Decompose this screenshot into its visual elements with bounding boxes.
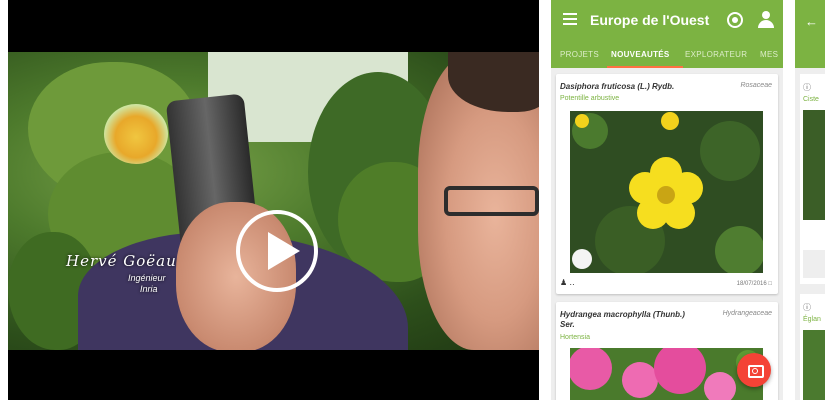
plant-photo[interactable] xyxy=(570,111,763,273)
detail-toolbar: ← xyxy=(795,0,825,68)
observation-card[interactable]: Dasiphora fruticosa (L.) Rydb. Rosaceae … xyxy=(556,74,778,294)
yellow-flower-image xyxy=(570,111,763,273)
location-icon[interactable] xyxy=(727,12,743,28)
user-icon: ♟ xyxy=(560,278,568,287)
app-title: Europe de l'Ouest xyxy=(590,12,710,28)
tulip-flower xyxy=(104,104,168,164)
detail-photo xyxy=(803,330,825,400)
video-caption-org: Inria xyxy=(140,284,158,294)
play-circle-icon[interactable] xyxy=(236,210,318,292)
video-frame: Hervé Goëau Ingénieur Inria xyxy=(8,52,539,350)
family-name: Rosaceae xyxy=(740,82,772,89)
common-name: Hortensia xyxy=(560,334,590,341)
app-screen: Europe de l'Ouest PROJETS NOUVEAUTÉS EXP… xyxy=(551,0,783,400)
screenshot-collage: Hervé Goëau Ingénieur Inria Europe de l'… xyxy=(0,0,825,400)
glasses xyxy=(444,186,539,216)
tab-explorateur[interactable]: EXPLORATEUR xyxy=(685,50,747,59)
plant-photo[interactable] xyxy=(570,348,763,400)
pink-flower-image xyxy=(570,348,763,400)
video-player[interactable]: Hervé Goëau Ingénieur Inria xyxy=(8,0,539,400)
detail-screen-partial: ← ⓘ Ciste ⓘ Églan xyxy=(795,0,825,400)
video-caption-name: Hervé Goëau xyxy=(66,252,177,270)
detail-label: Églan xyxy=(803,316,821,323)
scientific-name: Hydrangea macrophylla (Thunb.) Ser. xyxy=(560,310,685,329)
family-name: Hydrangeaceae xyxy=(722,310,772,317)
app-toolbar: Europe de l'Ouest PROJETS NOUVEAUTÉS EXP… xyxy=(551,0,783,68)
tab-nouveautes[interactable]: NOUVEAUTÉS xyxy=(611,50,670,59)
detail-photo xyxy=(803,110,825,220)
observation-date: 18/07/2016 □ xyxy=(736,281,772,287)
detail-card[interactable]: ⓘ Ciste xyxy=(800,74,825,284)
detail-action-area xyxy=(803,250,825,278)
menu-icon[interactable] xyxy=(563,13,577,25)
info-icon[interactable]: ⓘ xyxy=(803,302,811,313)
observation-card[interactable]: Hydrangea macrophylla (Thunb.) Ser. Hydr… xyxy=(556,302,778,400)
video-caption-title: Ingénieur xyxy=(128,273,166,283)
common-name: Potentille arbustive xyxy=(560,95,620,102)
info-icon[interactable]: ⓘ xyxy=(803,82,811,93)
tab-projets[interactable]: PROJETS xyxy=(560,50,599,59)
camera-fab-button[interactable] xyxy=(737,353,771,387)
account-icon[interactable] xyxy=(757,10,775,28)
active-tab-indicator xyxy=(607,66,683,68)
detail-label: Ciste xyxy=(803,96,819,103)
calendar-icon: □ xyxy=(768,281,772,287)
observer-user: ♟ ‥ xyxy=(560,278,575,287)
scientific-name: Dasiphora fruticosa (L.) Rydb. xyxy=(560,82,675,91)
back-arrow-icon[interactable]: ← xyxy=(805,14,818,29)
detail-card[interactable]: ⓘ Églan xyxy=(800,294,825,400)
tab-bar: PROJETS NOUVEAUTÉS EXPLORATEUR MES xyxy=(551,44,783,68)
tab-mes[interactable]: MES xyxy=(760,50,778,59)
